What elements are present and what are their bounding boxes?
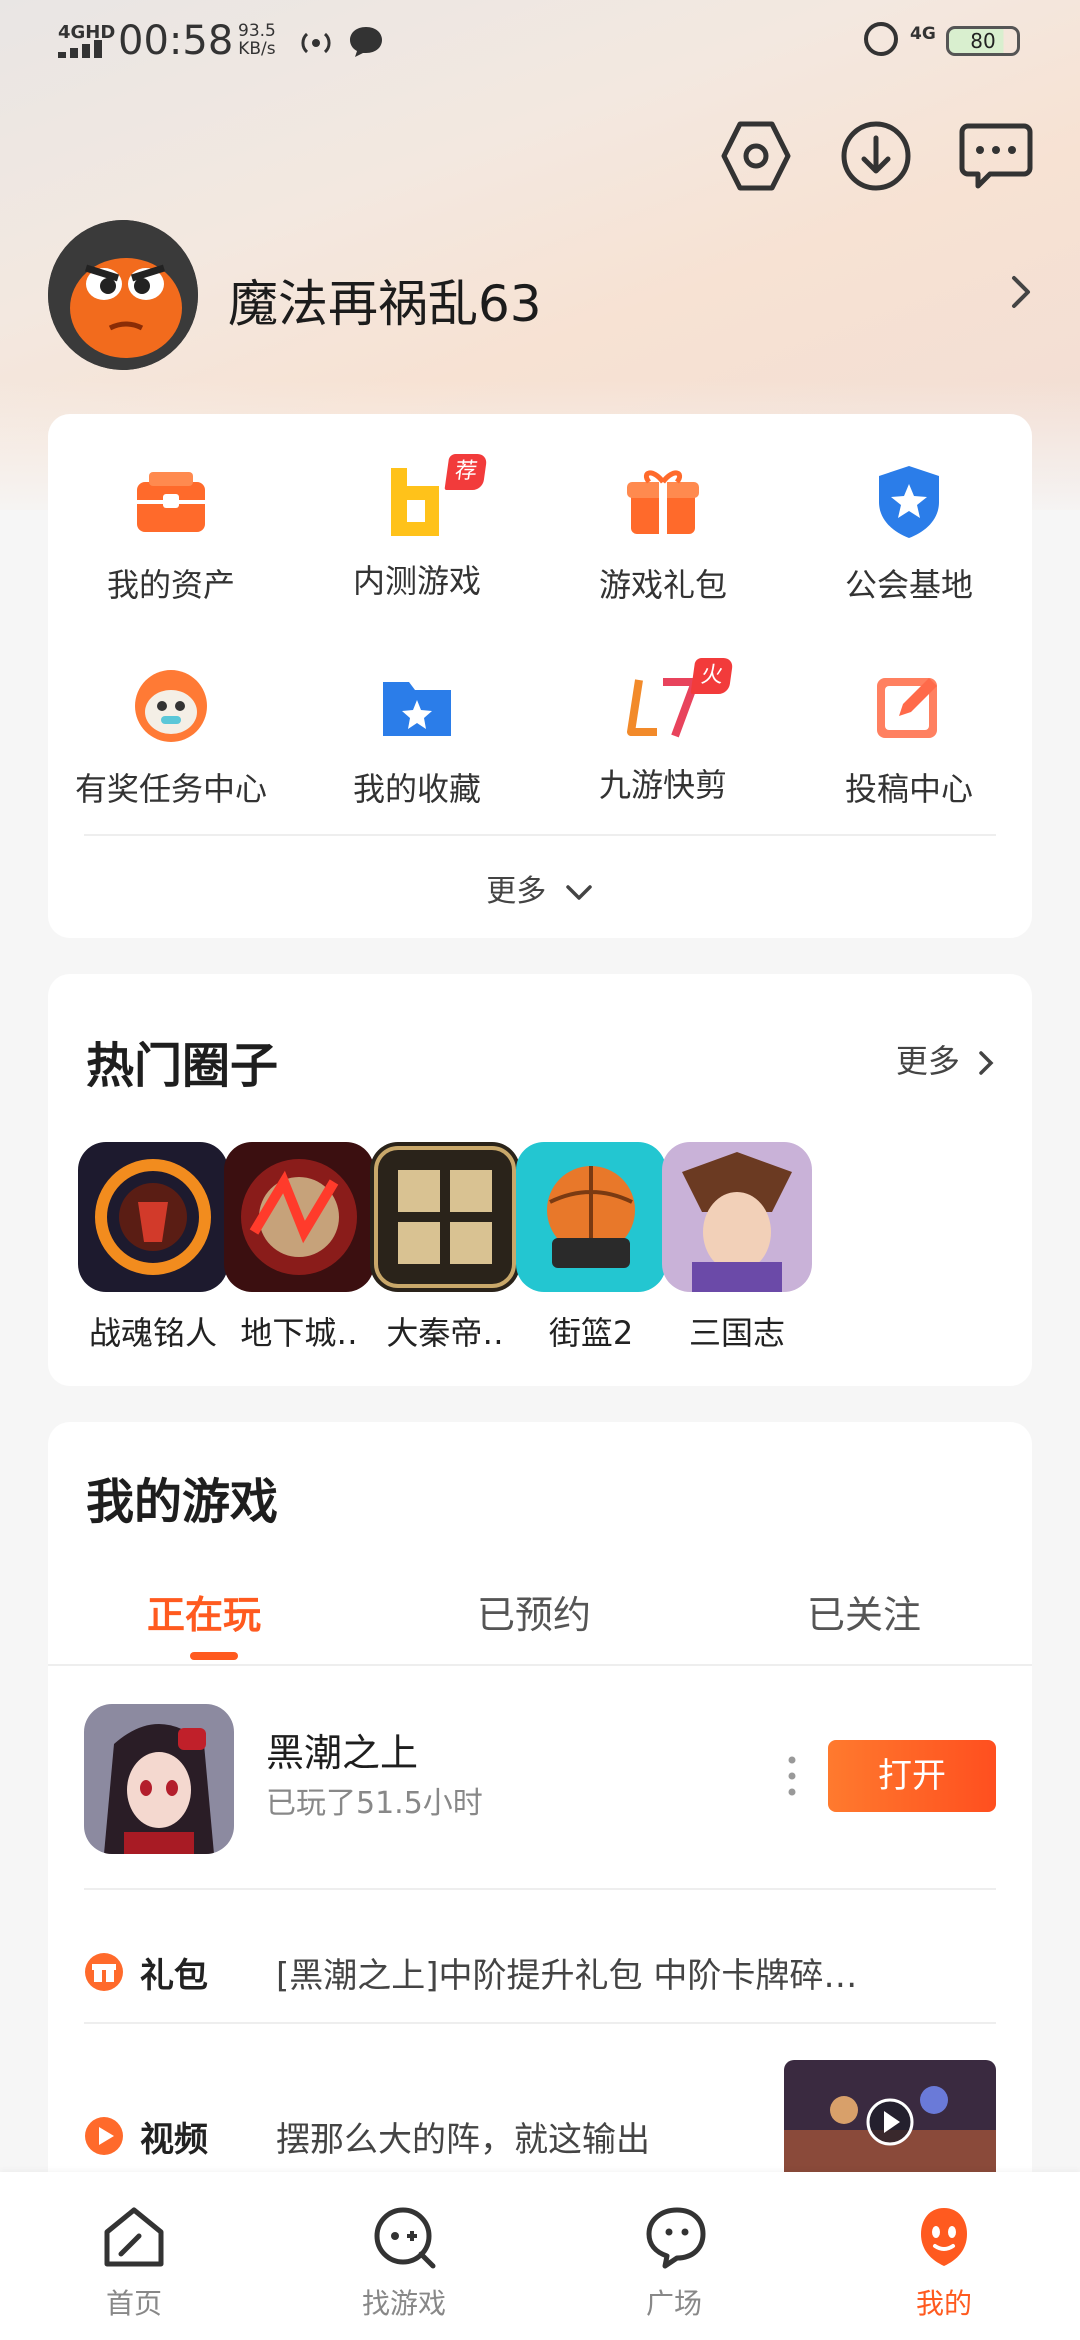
nav-label: 首页 — [105, 2287, 162, 2320]
grid-label: 投稿中心 — [844, 770, 973, 808]
net-speed: 93.5 KB/s — [238, 22, 276, 58]
wallet-icon — [137, 472, 205, 532]
plaza-icon — [646, 2207, 706, 2269]
grid-item-submission-center[interactable]: 投稿中心 — [786, 666, 1032, 810]
clock: 00:58 — [118, 18, 234, 64]
circle-label: 三国志 — [688, 1314, 785, 1352]
open-game-button[interactable]: 打开 — [828, 1740, 996, 1812]
submit-edit-icon — [877, 678, 937, 738]
chevron-down-icon — [566, 884, 592, 900]
hot-circles-title: 热门圈子 — [86, 1038, 279, 1094]
tab-reserved[interactable]: 已预约 — [424, 1584, 644, 1639]
chat-bubble-icon — [350, 27, 382, 57]
nav-plaza[interactable]: 广场 — [574, 2202, 774, 2322]
grid-item-task-center[interactable]: 有奖任务中心 — [48, 666, 294, 810]
quick-edit-icon — [627, 678, 699, 738]
status-bar: 4GHD 00:58 93.5 KB/s 4G 80 — [0, 0, 1080, 84]
gift-small-icon — [85, 1953, 123, 1991]
my-games-title: 我的游戏 — [86, 1474, 279, 1530]
grid-item-game-gifts[interactable]: 游戏礼包 — [540, 462, 786, 606]
chevron-right-icon — [979, 1051, 994, 1075]
quick-actions-card: 我的资产 荐 内测游戏 游戏礼包 公会基地 有奖任务中心 我的收藏 火 九游快剪… — [48, 414, 1032, 938]
gift-icon — [627, 470, 699, 534]
grid-item-my-assets[interactable]: 我的资产 — [48, 462, 294, 606]
download-icon[interactable] — [836, 116, 916, 196]
task-center-icon — [135, 670, 207, 742]
more-label: 更多 — [486, 874, 547, 909]
grid-more-button[interactable]: 更多 — [48, 866, 1032, 910]
divider — [84, 2022, 996, 2024]
nav-label: 找游戏 — [361, 2287, 446, 2320]
grid-item-favorites[interactable]: 我的收藏 — [294, 666, 540, 810]
my-games-card: 我的游戏 正在玩 已预约 已关注 黑潮之上 已玩了51.5小时 打开 礼包 [黑… — [48, 1422, 1032, 2222]
tab-playing[interactable]: 正在玩 — [94, 1584, 314, 1639]
favorites-folder-icon — [383, 682, 451, 736]
signal-icon — [58, 40, 106, 58]
alarm-icon — [864, 22, 898, 56]
nav-home[interactable]: 首页 — [34, 2202, 234, 2322]
nav-label: 广场 — [645, 2287, 702, 2320]
message-icon[interactable] — [956, 116, 1036, 196]
tabs-divider — [48, 1664, 1032, 1666]
home-icon — [104, 2207, 164, 2267]
net-speed-value: 93.5 — [238, 21, 276, 41]
grid-label: 公会基地 — [844, 566, 973, 604]
grid-label: 我的收藏 — [352, 770, 481, 808]
video-row-label: 视频 — [140, 2120, 208, 2160]
video-thumbnail[interactable] — [784, 2060, 996, 2180]
play-video-icon — [85, 2117, 123, 2155]
more-label: 更多 — [895, 1042, 960, 1080]
find-game-icon — [374, 2207, 436, 2269]
divider — [84, 834, 996, 836]
net-speed-unit: KB/s — [238, 39, 276, 59]
video-row-text[interactable]: 摆那么大的阵，就这输出 — [276, 2112, 650, 2161]
hot-circles-more-button[interactable]: 更多 — [896, 1036, 996, 1082]
circle-thumbnail — [662, 1142, 812, 1292]
avatar[interactable] — [48, 220, 198, 370]
mine-icon — [921, 2208, 967, 2266]
guild-shield-icon — [879, 466, 939, 538]
recommend-tag: 荐 — [444, 454, 488, 490]
game-name[interactable]: 黑潮之上 — [266, 1722, 418, 1777]
more-vertical-icon[interactable] — [782, 1752, 802, 1800]
gift-row-text[interactable]: [黑潮之上]中阶提升礼包 中阶卡牌碎… — [276, 1948, 857, 1997]
hotspot-icon — [301, 32, 331, 54]
settings-icon[interactable] — [716, 116, 796, 196]
grid-item-quick-edit[interactable]: 火 九游快剪 — [540, 658, 786, 806]
grid-item-beta-games[interactable]: 荐 内测游戏 — [294, 454, 540, 602]
beta-game-icon — [391, 468, 439, 536]
cell-4g: 4G — [910, 24, 936, 44]
grid-label: 九游快剪 — [598, 766, 727, 804]
chevron-right-icon[interactable] — [1006, 272, 1036, 312]
hot-circles-card: 热门圈子 更多 战魂铭人 地下城‥ 大秦帝‥ 街篮2 三国志 — [48, 974, 1032, 1386]
battery-indicator: 80 — [946, 26, 1020, 56]
grid-item-guild-base[interactable]: 公会基地 — [786, 462, 1032, 606]
circle-item[interactable]: 三国志 — [642, 1142, 832, 1354]
grid-label: 我的资产 — [106, 566, 235, 604]
gift-row-label: 礼包 — [140, 1956, 208, 1996]
active-tab-indicator — [190, 1652, 238, 1660]
nav-label: 我的 — [915, 2287, 972, 2320]
nav-mine[interactable]: 我的 — [844, 2202, 1044, 2322]
play-time: 已玩了51.5小时 — [266, 1786, 483, 1821]
hot-tag: 火 — [690, 658, 734, 694]
grid-label: 有奖任务中心 — [74, 770, 267, 808]
game-icon[interactable] — [84, 1704, 234, 1854]
tab-followed[interactable]: 已关注 — [754, 1584, 974, 1639]
nav-find-game[interactable]: 找游戏 — [304, 2202, 504, 2322]
grid-label: 内测游戏 — [352, 562, 481, 600]
grid-label: 游戏礼包 — [598, 566, 727, 604]
bottom-nav: 首页 找游戏 广场 我的 — [0, 2172, 1080, 2340]
divider — [84, 1888, 996, 1890]
username[interactable]: 魔法再祸乱63 — [228, 264, 542, 336]
